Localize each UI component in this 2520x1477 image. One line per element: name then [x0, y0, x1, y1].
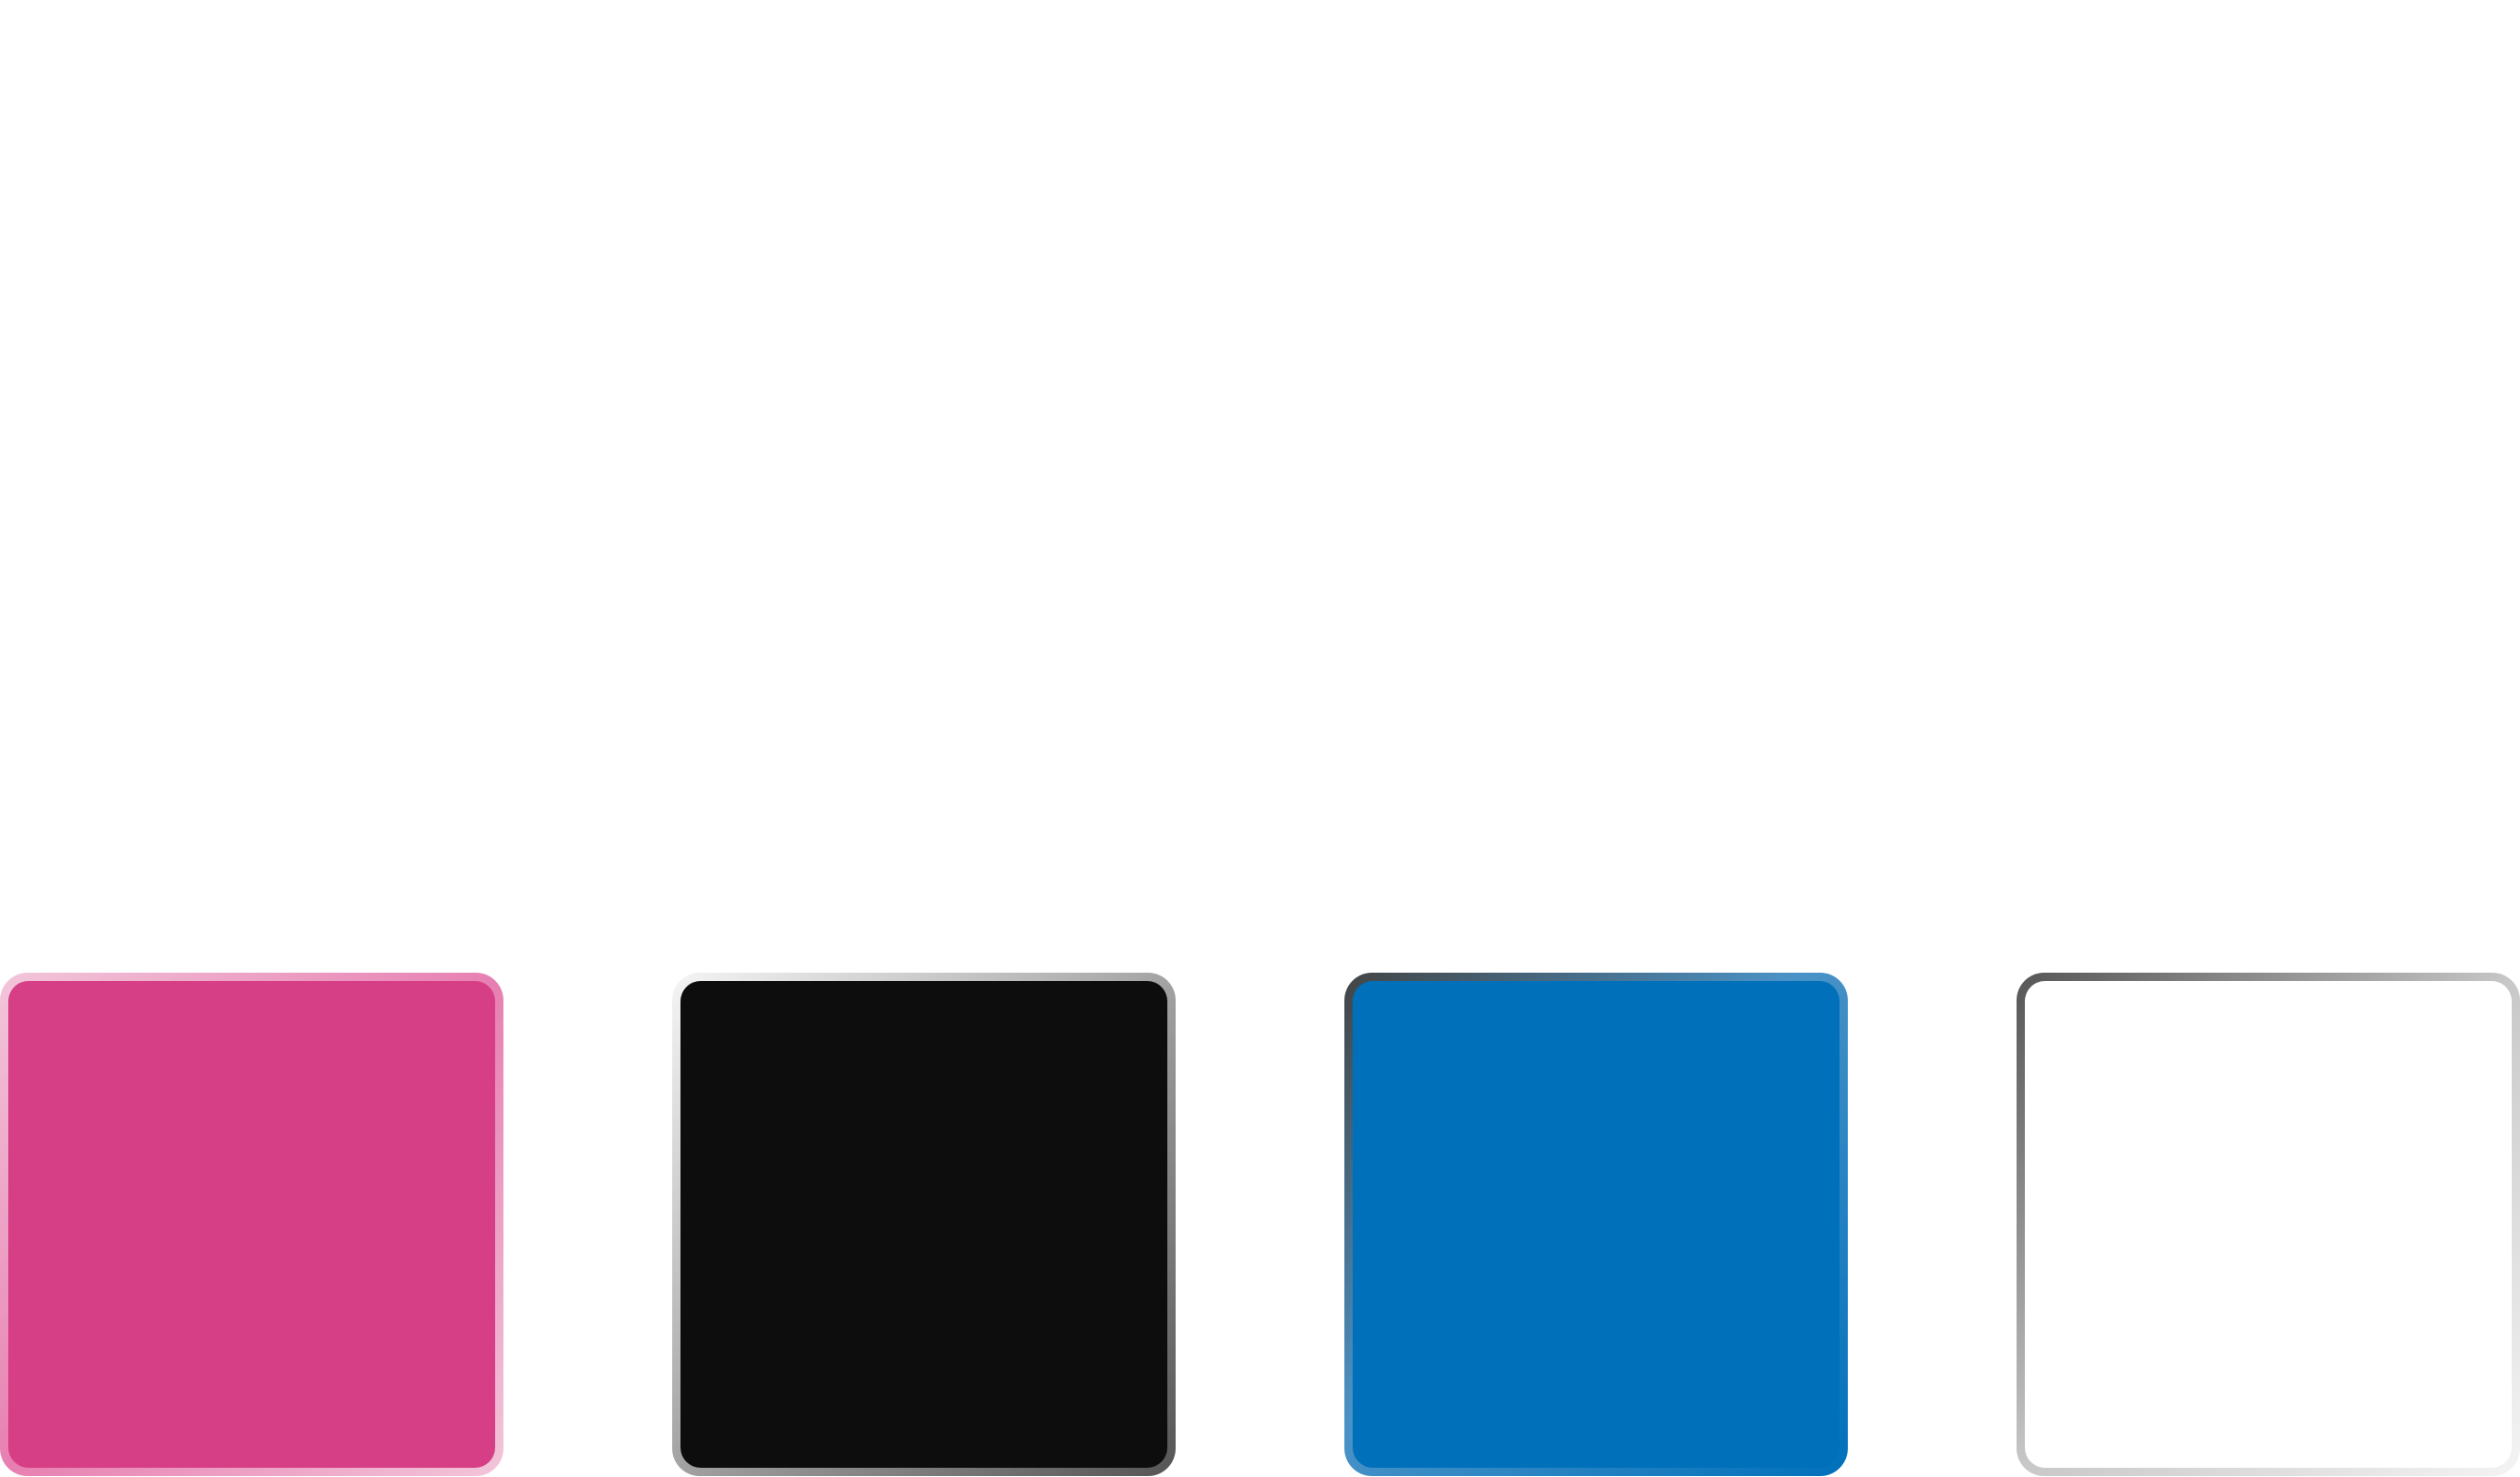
black-swatch-fill	[680, 981, 1167, 1468]
pink-swatch	[0, 973, 503, 1476]
white-swatch	[2017, 973, 2520, 1476]
black-swatch	[672, 973, 1176, 1476]
blue-swatch-fill	[1353, 981, 1840, 1468]
blue-swatch	[1344, 973, 1848, 1476]
pink-swatch-fill	[8, 981, 495, 1468]
white-swatch-fill	[2025, 981, 2512, 1468]
color-swatch-row	[0, 973, 2520, 1476]
